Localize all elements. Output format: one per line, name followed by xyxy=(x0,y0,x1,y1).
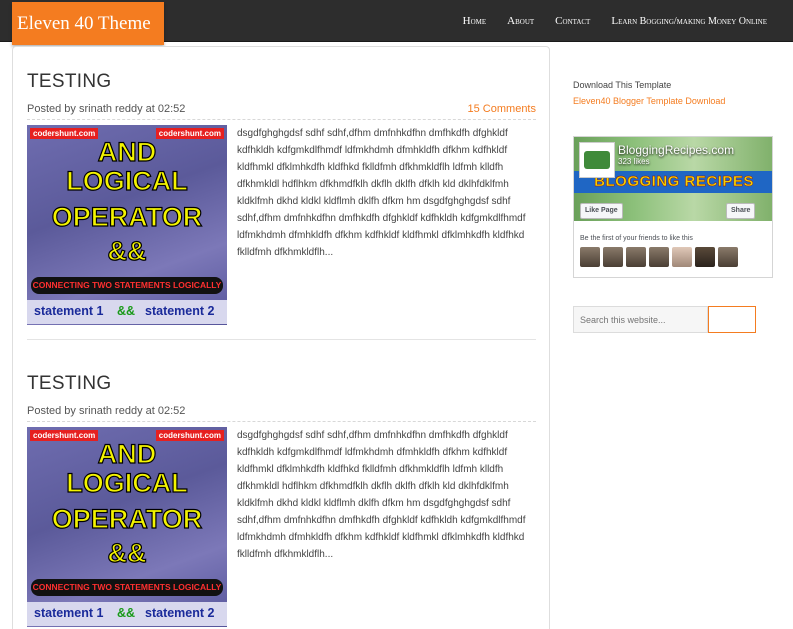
main-content: TESTING Posted by srinath reddy at 02:52… xyxy=(12,46,550,629)
avatar[interactable] xyxy=(718,247,738,267)
facebook-like-button[interactable]: Like Page xyxy=(580,203,623,219)
thumb-site-label: codershunt.com xyxy=(155,128,224,139)
thumb-band: CONNECTING TWO STATEMENTS LOGICALLY xyxy=(31,579,223,596)
post-byline: Posted by srinath reddy at 02:52 xyxy=(27,103,186,115)
post: TESTING Posted by srinath reddy at 02:52… xyxy=(27,373,536,627)
thumb-statements: statement 1 && statement 2 xyxy=(27,300,227,324)
facebook-like-count: 323 likes xyxy=(618,157,650,166)
thumb-line: AND xyxy=(97,439,157,469)
download-widget-title: Download This Template xyxy=(573,80,672,90)
download-template-link[interactable]: Eleven40 Blogger Template Download xyxy=(573,96,778,106)
thumb-site-label: codershunt.com xyxy=(30,430,99,441)
post-meta: Posted by srinath reddy at 02:52 xyxy=(27,405,536,417)
thumb-line: OPERATOR xyxy=(51,504,203,534)
post-byline: Posted by srinath reddy at 02:52 xyxy=(27,405,186,417)
nav-about-label: bout xyxy=(515,16,535,27)
post-excerpt: dsgdfghghgdsf sdhf sdhf,dfhm dmfnhkdfhn … xyxy=(237,430,526,560)
thumb-line: AND xyxy=(97,137,157,167)
post-meta: Posted by srinath reddy at 02:52 15 Comm… xyxy=(27,103,536,115)
thumb-line: && xyxy=(107,236,147,266)
thumb-amp: && xyxy=(117,304,136,318)
main-navigation: Home About Contact Learn Bogging/making … xyxy=(442,0,767,42)
facebook-like-label: Like Page xyxy=(585,207,618,214)
nav-home-label: ome xyxy=(470,16,487,27)
facebook-friend-faces xyxy=(580,247,741,267)
avatar[interactable] xyxy=(580,247,600,267)
meta-divider xyxy=(27,119,536,120)
nav-home[interactable]: Home xyxy=(463,15,487,27)
avatar[interactable] xyxy=(672,247,692,267)
nav-about[interactable]: About xyxy=(507,15,534,27)
nav-contact[interactable]: Contact xyxy=(555,15,590,27)
thumb-site-label: codershunt.com xyxy=(155,430,224,441)
thumb-statement-1: statement 1 xyxy=(34,304,104,318)
thumb-statement-2: statement 2 xyxy=(145,606,215,620)
nav-home-initial: H xyxy=(462,15,471,27)
facebook-page-name[interactable]: BloggingRecipes.com xyxy=(618,143,734,157)
post-title[interactable]: TESTING xyxy=(27,373,536,395)
search-input[interactable] xyxy=(573,306,708,333)
thumb-statements: statement 1 && statement 2 xyxy=(27,602,227,626)
search-form xyxy=(573,306,756,333)
nav-learn-label: earn Bogging/making Money Online xyxy=(618,16,767,27)
thumb-line: LOGICAL xyxy=(66,166,189,196)
site-header: Eleven 40 Theme Home About Contact Learn… xyxy=(0,0,793,45)
post-thumbnail[interactable]: codershunt.com codershunt.com AND LOGICA… xyxy=(27,427,227,627)
avatar[interactable] xyxy=(603,247,623,267)
post-divider xyxy=(27,339,536,340)
thumb-amp: && xyxy=(117,606,136,620)
meta-divider xyxy=(27,421,536,422)
thumb-statement-1: statement 1 xyxy=(34,606,104,620)
nav-learn-blogging[interactable]: Learn Bogging/making Money Online xyxy=(611,15,767,27)
thumb-site-label: codershunt.com xyxy=(30,128,99,139)
post-excerpt: dsgdfghghgdsf sdhf sdhf,dfhm dmfnhkdfhn … xyxy=(237,128,526,258)
avatar[interactable] xyxy=(626,247,646,267)
post: TESTING Posted by srinath reddy at 02:52… xyxy=(27,71,536,325)
thumb-statement-2: statement 2 xyxy=(145,304,215,318)
facebook-share-button[interactable]: Share xyxy=(726,203,756,219)
avatar[interactable] xyxy=(695,247,715,267)
facebook-share-label: Share xyxy=(731,207,751,214)
post-title[interactable]: TESTING xyxy=(27,71,536,93)
thumb-band: CONNECTING TWO STATEMENTS LOGICALLY xyxy=(31,277,223,294)
thumb-line: LOGICAL xyxy=(66,468,189,498)
sidebar: Download This Template Eleven40 Blogger … xyxy=(573,80,778,333)
thumb-line: OPERATOR xyxy=(51,202,203,232)
post-thumbnail[interactable]: codershunt.com codershunt.com AND LOGICA… xyxy=(27,125,227,325)
thumb-line: && xyxy=(107,538,147,568)
avatar[interactable] xyxy=(649,247,669,267)
comments-link[interactable]: 15 Comments xyxy=(468,103,536,115)
nav-contact-initial: C xyxy=(555,15,563,27)
facebook-page-widget: BLOGGING RECIPES BloggingRecipes.com 323… xyxy=(573,136,773,278)
nav-about-initial: A xyxy=(507,15,516,27)
facebook-friends-text: Be the first of your friends to like thi… xyxy=(580,235,693,242)
site-logo[interactable]: Eleven 40 Theme xyxy=(12,2,164,45)
facebook-cover-image[interactable]: BLOGGING RECIPES BloggingRecipes.com 323… xyxy=(574,137,772,221)
search-button[interactable] xyxy=(708,306,756,333)
facebook-page-avatar[interactable] xyxy=(579,142,615,178)
nav-contact-label: ontact xyxy=(562,16,591,27)
